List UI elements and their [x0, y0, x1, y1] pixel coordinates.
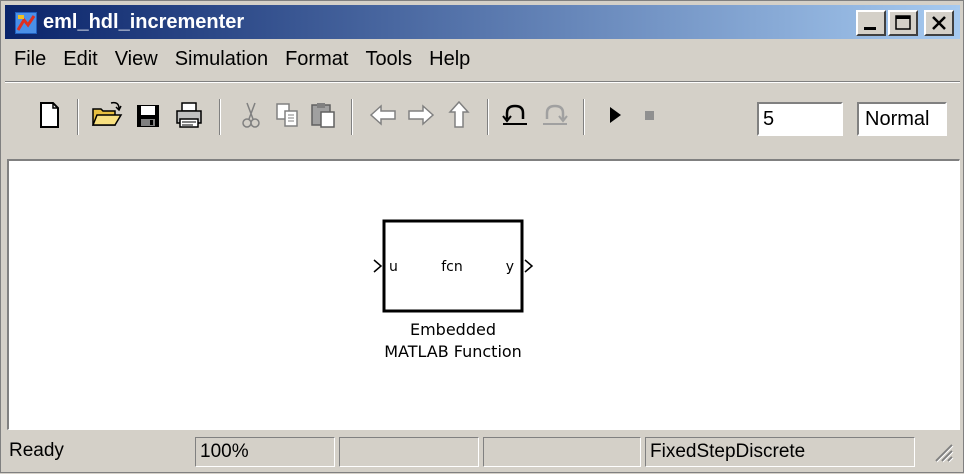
block-name-line2: MATLAB Function: [384, 342, 522, 361]
status-text: Ready: [9, 440, 64, 461]
status-field-3: [339, 437, 479, 467]
block-name-line1: Embedded: [409, 320, 496, 339]
input-port-label: u: [389, 259, 398, 275]
resize-grip-icon[interactable]: [932, 441, 954, 463]
model-window: eml_hdl_incrementer File Edit View Simul…: [0, 0, 964, 473]
block-name-label[interactable]: Embedded MATLAB Function: [353, 319, 553, 363]
block-diagram: u fcn y: [373, 219, 534, 313]
input-port-arrow: [373, 259, 383, 273]
zoom-level: 100%: [195, 437, 335, 467]
output-port-arrow: [524, 259, 534, 273]
function-name-label: fcn: [441, 259, 463, 275]
status-field-4: [483, 437, 641, 467]
solver-name: FixedStepDiscrete: [645, 437, 915, 467]
status-bar: Ready 100% FixedStepDiscrete: [5, 435, 960, 469]
output-port-label: y: [506, 259, 514, 275]
